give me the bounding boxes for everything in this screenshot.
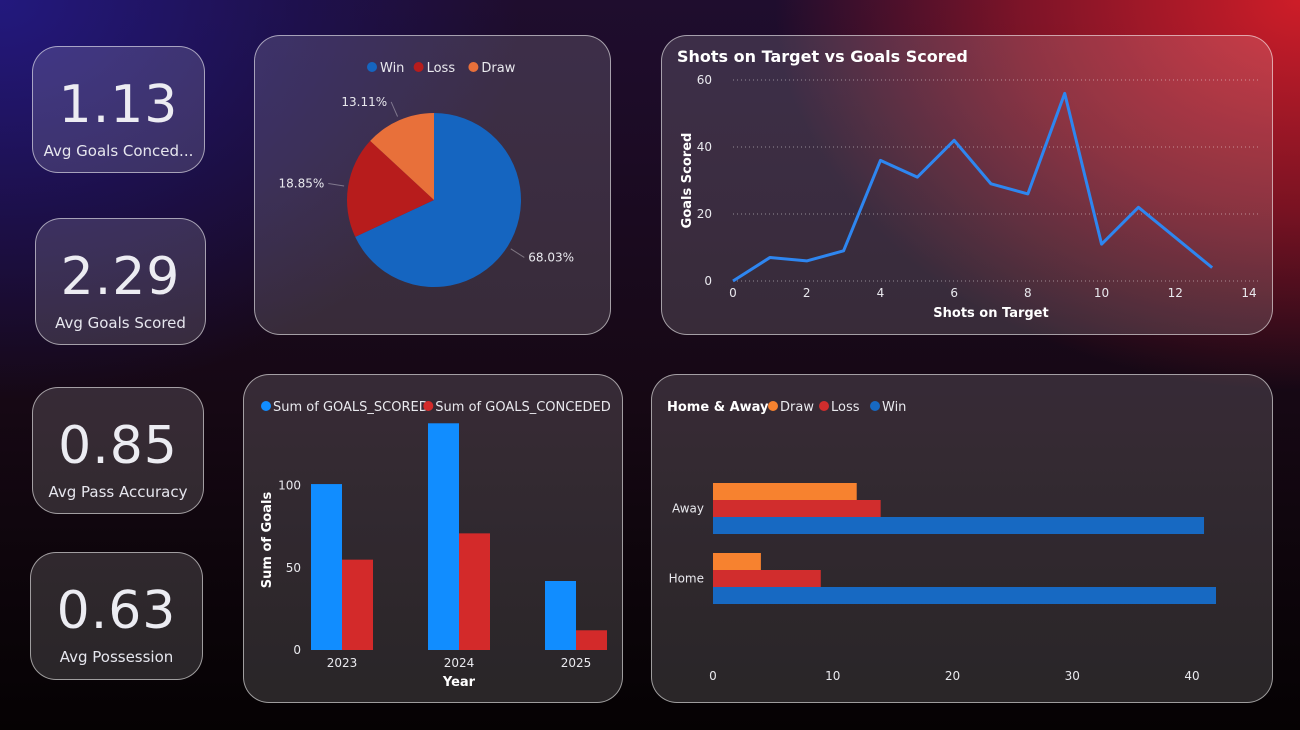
x-tick-label: 2 — [803, 286, 811, 300]
bar-away-loss — [713, 500, 881, 517]
kpi-label: Avg Pass Accuracy — [48, 483, 188, 501]
legend-label-loss: Loss — [427, 61, 456, 76]
x-tick-label: 2024 — [444, 656, 475, 670]
kpi-label: Avg Possession — [59, 648, 174, 666]
kpi-label: Avg Goals Conced... — [43, 142, 194, 160]
legend-label: Sum of GOALS_SCORED — [273, 400, 429, 415]
y-axis-title: Goals Scored — [680, 133, 695, 229]
x-tick-label: 12 — [1168, 286, 1183, 300]
legend-label-win: Win — [882, 400, 906, 415]
y-tick-label: 100 — [278, 479, 301, 493]
legend-marker — [261, 401, 271, 411]
y-tick-label: 0 — [293, 643, 301, 657]
home-away-bar-chart: Home & Away Draw Loss Win Away Home 0 10 20 30 40 — [667, 400, 1216, 683]
legend-marker-loss — [413, 62, 424, 72]
y-tick-label: 60 — [697, 73, 712, 87]
bar-home-win — [713, 587, 1216, 604]
chart-title: Shots on Target vs Goals Scored — [677, 47, 968, 66]
x-tick-label: 2023 — [327, 656, 358, 670]
pie-data-label: 68.03% — [528, 250, 574, 264]
pie-chart-card[interactable]: Win Loss Draw 68.03% 18.85% 13.11% — [254, 35, 611, 335]
home-away-chart-card[interactable]: Home & Away Draw Loss Win Away Home 0 10 20 30 40 — [651, 374, 1273, 703]
x-tick-label: 2025 — [561, 656, 592, 670]
pie-data-label: 18.85% — [279, 177, 325, 191]
column-bar-2025-conceded — [576, 630, 607, 650]
legend-label-loss: Loss — [831, 400, 860, 415]
pie-chart: Win Loss Draw 68.03% 18.85% 13.11% — [279, 61, 574, 287]
legend-marker-win — [367, 62, 377, 72]
legend-label-draw: Draw — [481, 61, 515, 76]
x-axis-title: Shots on Target — [933, 306, 1048, 321]
y-tick-label: 40 — [697, 140, 712, 154]
line-series-goals-scored — [732, 91, 1214, 283]
legend-marker-loss — [819, 401, 829, 411]
legend-marker-win — [870, 401, 880, 411]
kpi-value: 2.29 — [60, 247, 181, 307]
kpi-card-goals-scored[interactable]: 2.29 Avg Goals Scored — [35, 218, 206, 345]
kpi-card-possession[interactable]: 0.63 Avg Possession — [30, 552, 203, 680]
legend-marker — [423, 401, 434, 411]
pie-leader-line — [390, 101, 399, 117]
kpi-value: 0.85 — [58, 416, 178, 476]
x-tick-label: 10 — [825, 669, 840, 683]
x-tick-label: 0 — [729, 286, 737, 300]
bar-away-win — [713, 517, 1205, 534]
x-tick-label: 40 — [1184, 669, 1199, 683]
column-chart-card[interactable]: Sum of GOALS_SCORED Sum of GOALS_CONCEDED… — [243, 374, 623, 703]
legend-marker-draw — [768, 401, 778, 411]
bar-home-loss — [713, 570, 821, 587]
x-tick-label: 4 — [877, 286, 885, 300]
x-tick-label: 10 — [1094, 286, 1109, 300]
legend-marker-draw — [468, 62, 479, 72]
y-axis-title: Sum of Goals — [260, 492, 275, 589]
y-category-label-home: Home — [669, 572, 704, 586]
x-tick-label: 0 — [709, 669, 717, 683]
legend-label: Sum of GOALS_CONCEDED — [435, 400, 610, 415]
column-bar-2024-scored — [428, 423, 459, 650]
legend-label-win: Win — [380, 61, 404, 76]
x-tick-label: 8 — [1024, 286, 1032, 300]
line-chart: Shots on Target vs Goals Scored 0 20 40 60 0 2… — [677, 47, 1259, 321]
x-tick-label: 20 — [945, 669, 960, 683]
bar-home-draw — [713, 553, 761, 570]
kpi-value: 1.13 — [58, 75, 179, 135]
y-tick-label: 0 — [704, 274, 712, 288]
kpi-card-pass-accuracy[interactable]: 0.85 Avg Pass Accuracy — [32, 387, 204, 514]
kpi-label: Avg Goals Scored — [55, 314, 186, 332]
pie-data-label: 13.11% — [341, 95, 387, 109]
x-tick-label: 6 — [950, 286, 958, 300]
kpi-card-goals-conceded[interactable]: 1.13 Avg Goals Conced... — [32, 46, 205, 173]
kpi-value: 0.63 — [56, 581, 177, 641]
x-axis-title: Year — [442, 675, 476, 690]
pie-leader-line — [328, 183, 345, 187]
chart-title: Home & Away — [667, 400, 769, 415]
y-tick-label: 20 — [697, 207, 712, 221]
column-bar-2024-conceded — [459, 533, 490, 650]
x-tick-label: 30 — [1065, 669, 1080, 683]
x-tick-label: 14 — [1241, 286, 1256, 300]
column-chart: Sum of GOALS_SCORED Sum of GOALS_CONCEDED… — [260, 400, 611, 690]
column-bar-2023-scored — [311, 484, 342, 650]
pie-leader-line — [510, 248, 525, 258]
column-bar-2023-conceded — [342, 559, 373, 650]
column-bar-2025-scored — [545, 581, 576, 650]
bar-away-draw — [713, 483, 857, 500]
line-chart-card[interactable]: Shots on Target vs Goals Scored 0 20 40 60 0 2… — [661, 35, 1273, 335]
y-tick-label: 50 — [286, 561, 301, 575]
legend-label-draw: Draw — [780, 400, 814, 415]
y-category-label-away: Away — [672, 502, 704, 516]
